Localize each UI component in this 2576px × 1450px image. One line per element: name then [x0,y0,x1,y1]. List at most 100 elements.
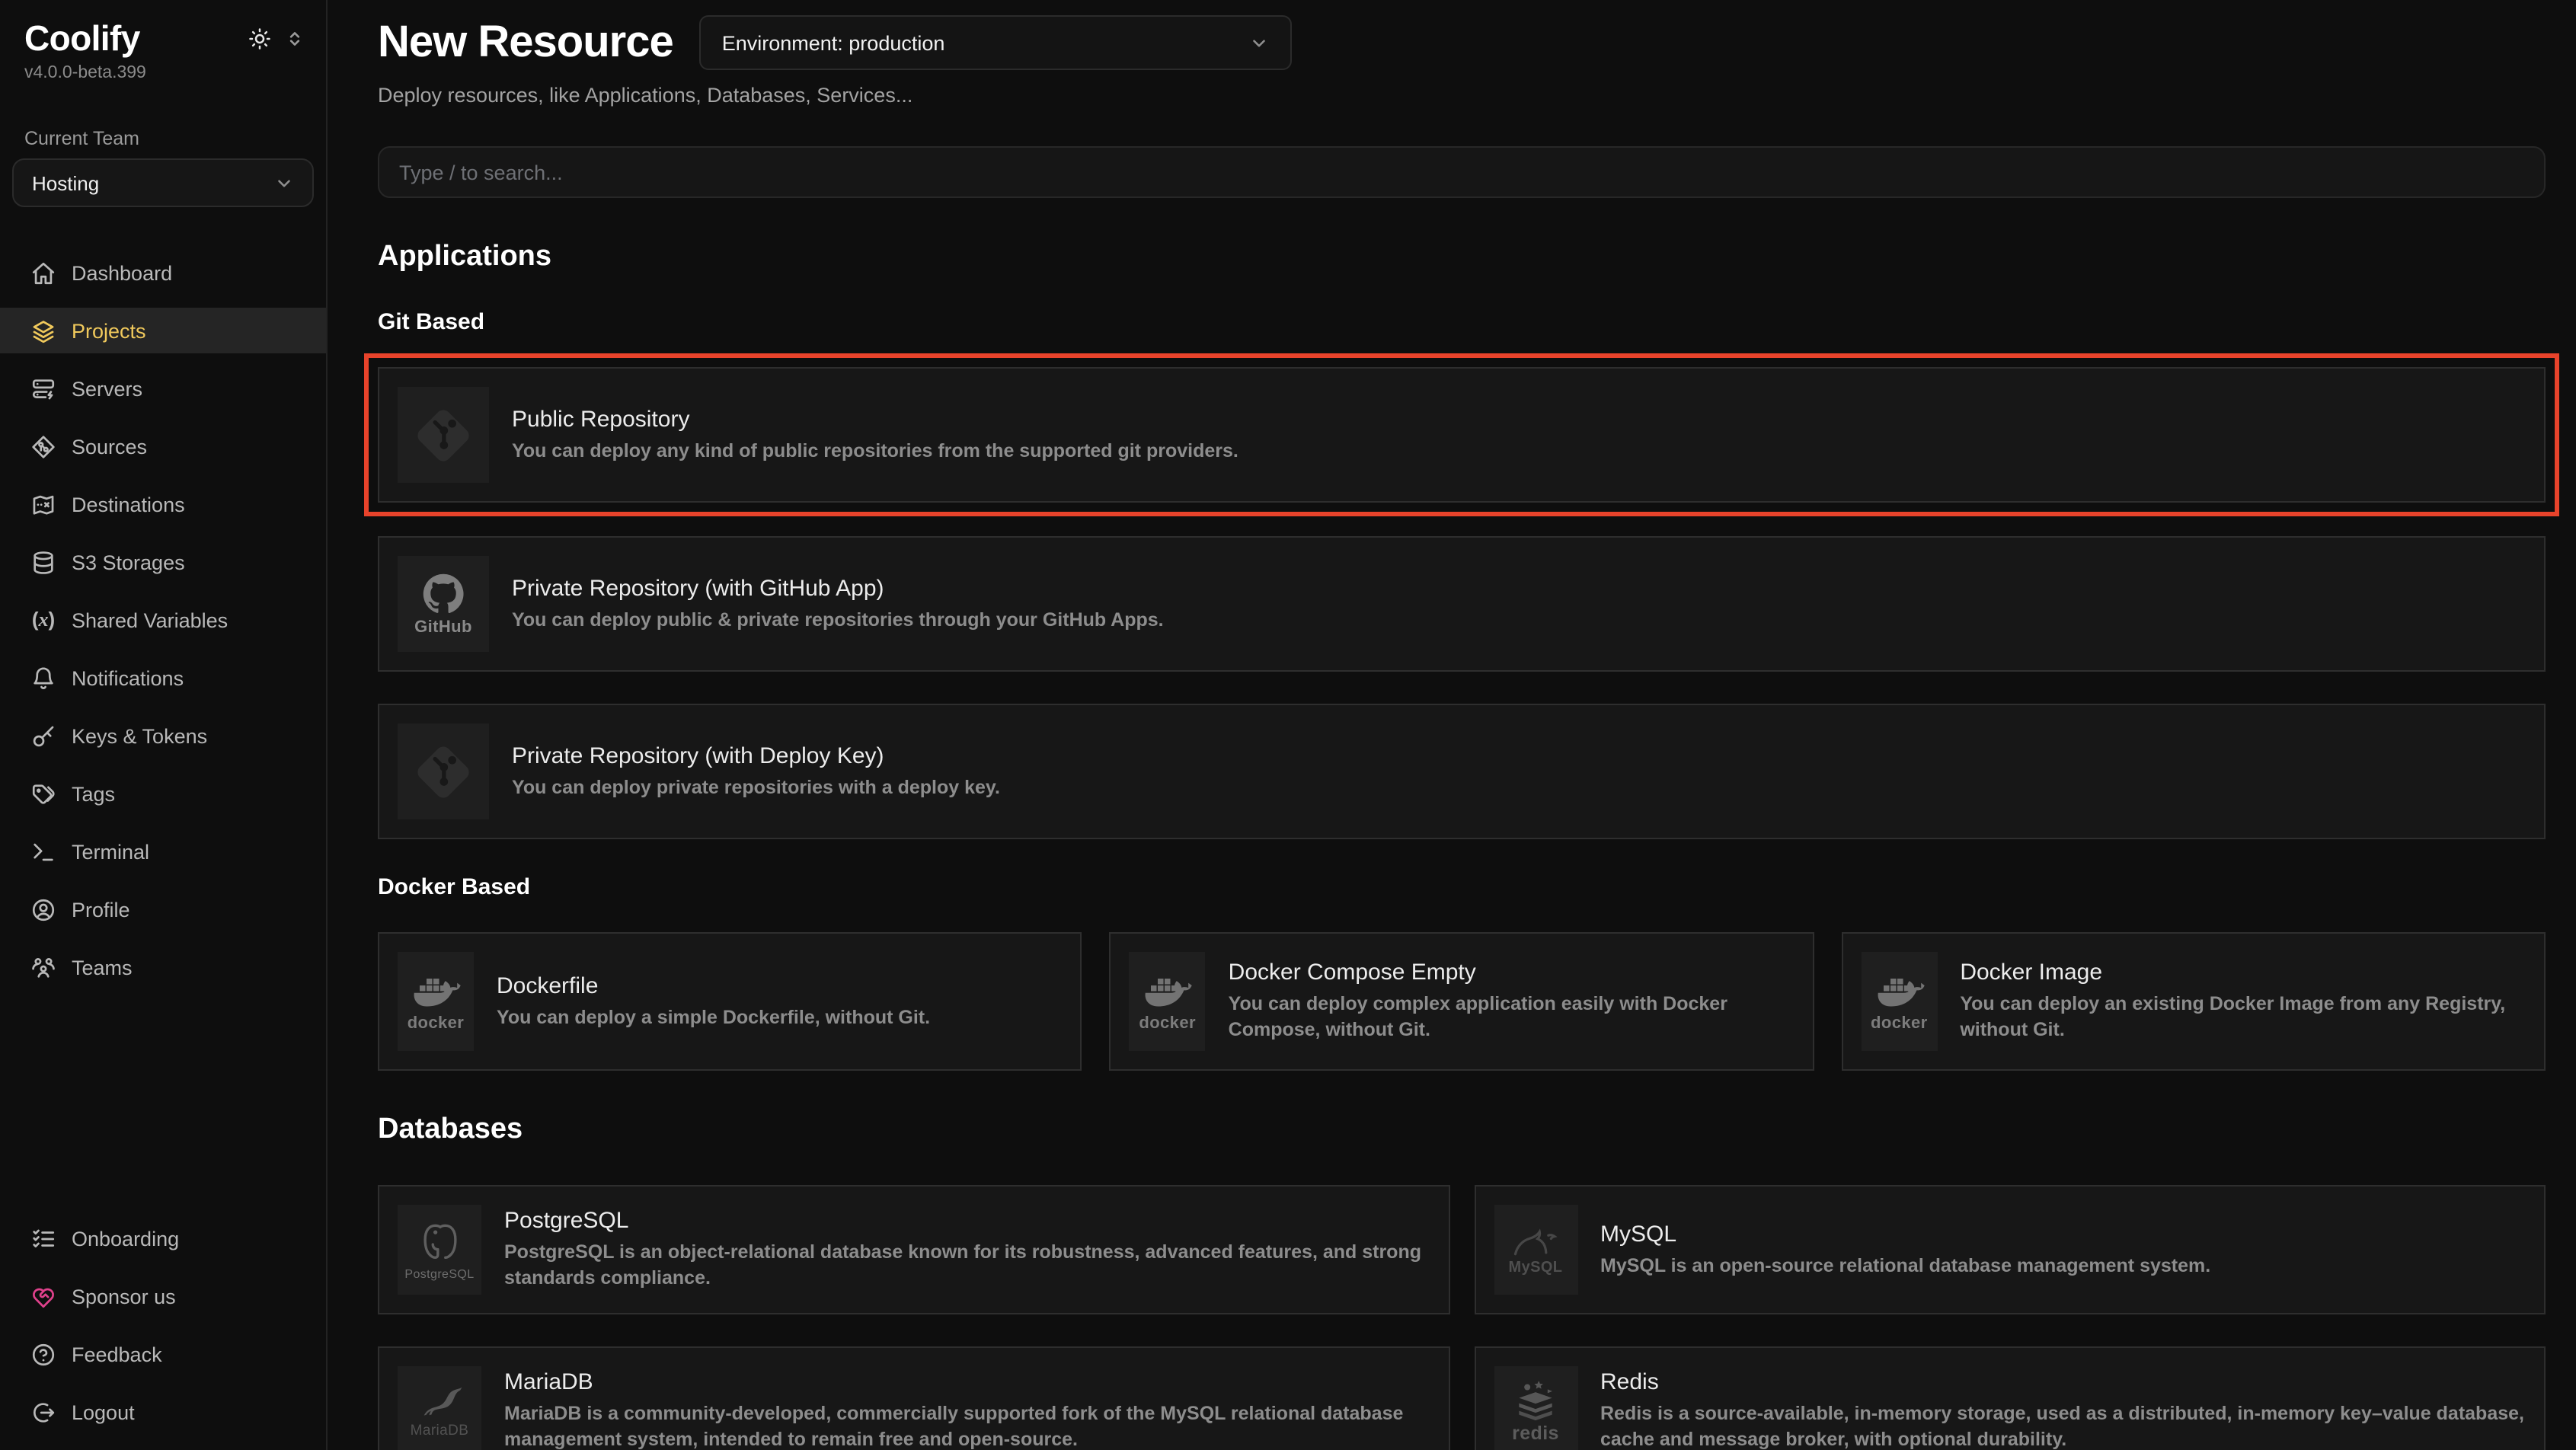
main-content: New Resource Environment: production Dep… [328,0,2576,1450]
resource-card-private-repository-with-github-app[interactable]: GitHubPrivate Repository (with GitHub Ap… [378,536,2546,672]
sidebar-item-sources[interactable]: Sources [0,423,326,469]
layers-icon [30,318,56,343]
sidebar-item-dashboard[interactable]: Dashboard [0,250,326,295]
map-icon [30,491,56,517]
docker-icon: docker [398,952,474,1051]
sidebar-item-terminal[interactable]: Terminal [0,829,326,874]
sidebar-item-label: Dashboard [72,261,172,284]
user-circle-icon [30,896,56,922]
card-description: You can deploy private repositories with… [512,775,1000,800]
card-body: Private Repository (with Deploy Key) You … [512,723,1000,819]
resource-card-mariadb[interactable]: MariaDBMariaDBMariaDB is a community-dev… [378,1346,1449,1450]
logo-wordmark: docker [1871,1015,1928,1032]
sidebar-item-notifications[interactable]: Notifications [0,655,326,701]
sidebar-item-label: Servers [72,377,142,400]
app-version: v4.0.0-beta.399 [24,64,302,85]
resource-card-dockerfile[interactable]: docker Dockerfile You can deploy a simple … [378,932,1082,1071]
sidebar-item-keys-tokens[interactable]: Keys & Tokens [0,713,326,759]
chevron-down-icon [274,173,294,193]
terminal-icon [30,838,56,864]
logo-wordmark: redis [1512,1424,1559,1443]
sidebar-item-label: Sources [72,435,147,458]
resource-card-public-repository[interactable]: Public RepositoryYou can deploy any kind… [378,367,2546,503]
sidebar-item-projects[interactable]: Projects [0,308,326,353]
team-select[interactable]: Hosting [12,158,314,207]
card-title: Redis [1600,1369,2526,1395]
resource-card-docker-compose-empty[interactable]: dockerDocker Compose EmptyYou can deploy… [1110,932,1814,1071]
database-cards: PostgreSQL PostgreSQLPostgreSQL is an obj… [378,1185,2546,1450]
resource-card-docker-image[interactable]: docker Docker Image You can deploy an exis… [1841,932,2546,1071]
sidebar-item-label: Destinations [72,493,185,516]
highlight-annotation-box: Public RepositoryYou can deploy any kind… [364,353,2559,516]
sidebar-item-feedback[interactable]: Feedback [0,1331,326,1377]
sidebar-item-label: Sponsor us [72,1285,176,1308]
subsection-title-docker-based: Docker Based [378,874,2546,900]
sidebar-item-destinations[interactable]: Destinations [0,481,326,527]
git-icon [398,387,489,483]
logo-wordmark: docker [407,1015,465,1032]
app-logo[interactable]: Coolify [24,18,140,59]
theme-controls [248,27,305,50]
sidebar-header: Coolify [0,15,326,61]
sidebar-item-s3-storages[interactable]: S3 Storages [0,539,326,585]
card-description: You can deploy any kind of public reposi… [512,438,1238,464]
page-header: New Resource Environment: production [378,15,2546,70]
server-icon [30,375,56,401]
sidebar-item-label: Logout [72,1400,135,1423]
environment-select[interactable]: Environment: production [699,15,1292,70]
card-title: Dockerfile [497,973,930,998]
sidebar-footer: Onboarding Sponsor us Feedback Logout [0,1215,326,1435]
logo-wordmark: docker [1139,1015,1196,1032]
sun-icon[interactable] [248,27,271,50]
card-body: MySQLMySQL is an open-source relational … [1600,1205,2210,1295]
users-icon [30,954,56,980]
sidebar-item-label: Projects [72,319,146,342]
environment-select-value: Environment: production [722,31,945,54]
sidebar-item-label: Keys & Tokens [72,724,207,747]
sidebar-item-label: Profile [72,898,130,921]
sidebar-item-tags[interactable]: Tags [0,771,326,816]
sidebar-item-sponsor-us[interactable]: Sponsor us [0,1273,326,1319]
card-title: Docker Image [1960,960,2526,985]
tag-icon [30,781,56,806]
resource-card-postgresql[interactable]: PostgreSQL PostgreSQLPostgreSQL is an obj… [378,1185,1449,1314]
resource-card-mysql[interactable]: MySQL MySQLMySQL is an open-source relati… [1474,1185,2546,1314]
sidebar-nav: Dashboard Projects Servers Sources Destinati… [0,250,326,990]
section-title-databases: Databases [378,1113,2546,1147]
logout-icon [30,1399,56,1425]
card-body: MariaDBMariaDB is a community-developed,… [504,1366,1430,1450]
card-title: MariaDB [504,1369,1430,1395]
sidebar-item-teams[interactable]: Teams [0,944,326,990]
home-icon [30,260,56,286]
resource-card-private-repository-with-deploy-key[interactable]: Private Repository (with Deploy Key) You … [378,704,2546,839]
sidebar-item-shared-variables[interactable]: (x)Shared Variables [0,597,326,643]
variables-icon: (x) [30,607,56,633]
card-description: You can deploy an existing Docker Image … [1960,992,2526,1043]
sidebar-item-label: Terminal [72,840,149,863]
card-body: Docker Image You can deploy an existing D… [1960,952,2526,1051]
card-body: PostgreSQLPostgreSQL is an object-relati… [504,1205,1430,1295]
app-window: Coolify v4.0.0-beta.399 Current Team Hos… [0,0,2576,1450]
postgresql-icon: PostgreSQL [398,1205,481,1295]
resource-card-redis[interactable]: redis RedisRedis is a source-available, i… [1474,1346,2546,1450]
card-title: Private Repository (with Deploy Key) [512,743,1000,768]
sidebar-item-onboarding[interactable]: Onboarding [0,1215,326,1261]
card-description: You can deploy a simple Dockerfile, with… [497,1004,930,1030]
git-based-cards: Public RepositoryYou can deploy any kind… [378,353,2546,839]
sidebar-item-label: Tags [72,782,115,805]
bell-icon [30,665,56,691]
git-icon [398,723,489,819]
page-title: New Resource [378,18,673,68]
subsection-title-git-based: Git Based [378,309,2546,335]
sidebar-item-profile[interactable]: Profile [0,886,326,932]
card-description: You can deploy complex application easil… [1229,992,1795,1043]
theme-select-unfold-icon[interactable] [285,28,305,48]
sidebar-item-servers[interactable]: Servers [0,366,326,411]
card-body: RedisRedis is a source-available, in-mem… [1600,1366,2526,1450]
sidebar-item-logout[interactable]: Logout [0,1389,326,1435]
docker-icon: docker [1130,952,1206,1051]
heart-handshake-icon [30,1283,56,1309]
sidebar-item-label: S3 Storages [72,551,185,573]
search-input[interactable] [378,146,2546,198]
logo-wordmark: MySQL [1509,1261,1563,1276]
